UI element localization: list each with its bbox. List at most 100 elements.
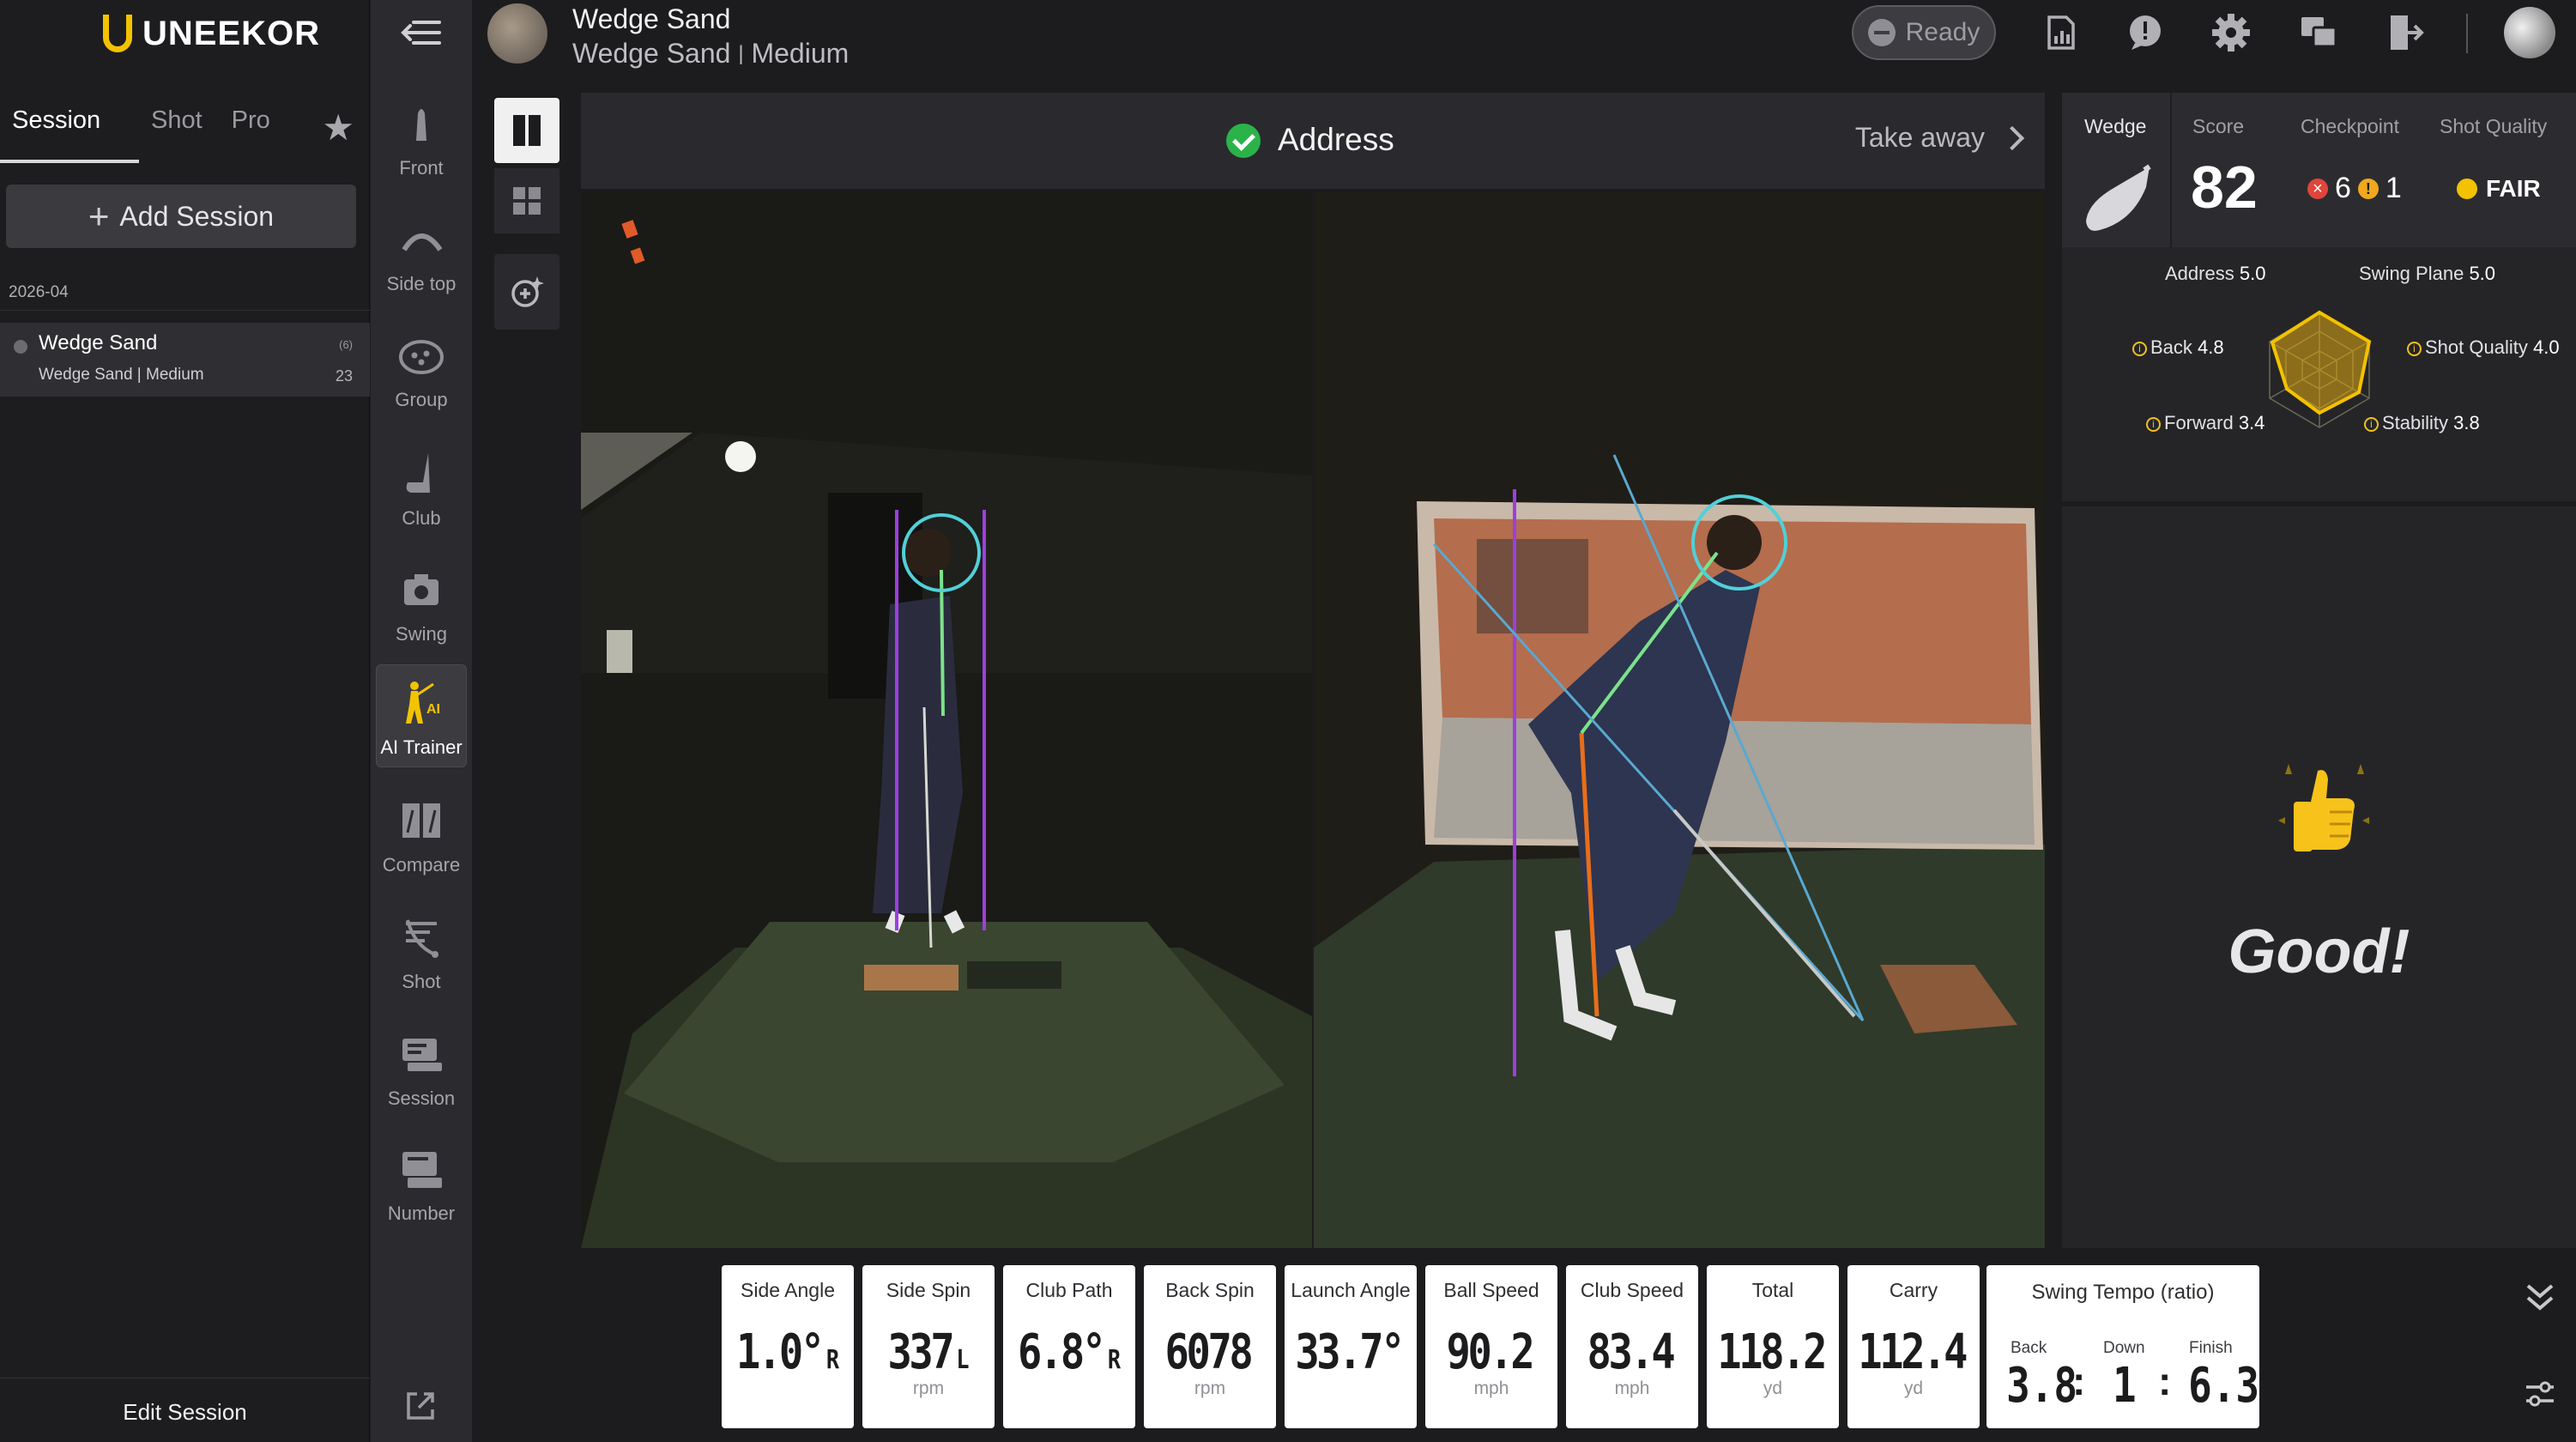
metric-back-spin[interactable]: Back Spin 6078 rpm [1144,1265,1276,1428]
metric-label: Launch Angle [1291,1279,1411,1301]
rail-item-compare[interactable]: Compare [376,783,467,886]
uneekor-u-icon [103,15,132,52]
rail-label: Side top [386,273,457,294]
expand-metrics-button[interactable] [2504,1265,2576,1334]
report-icon[interactable] [2039,10,2083,55]
divider [2466,14,2468,53]
shot-quality-label: Shot Quality [2440,115,2548,137]
session-icon [402,1039,442,1071]
tab-session[interactable]: Session [0,94,139,163]
radar-name: Address [2165,263,2234,284]
rail-item-swing[interactable]: Swing [376,552,467,655]
info-icon: i [2364,417,2379,432]
divider [2062,501,2576,506]
session-sidebar: UNEEKOR Session Shot Pro ★ + Add Session… [0,0,370,1442]
metric-club-speed[interactable]: Club Speed 83.4 mph [1566,1265,1698,1428]
session-item-club: Wedge Sand [39,366,133,384]
rail-item-club[interactable]: Club [376,436,467,539]
fail-x-icon: × [2307,178,2328,199]
view-tool-rail: Front Side top Group Club Swing AI AI Tr… [371,0,472,1442]
radar-value: 4.8 [2198,336,2224,358]
layout-split-icon [513,115,525,146]
metric-value: 1.0° [735,1324,825,1380]
metric-value-row: 6.8° R [1013,1324,1124,1380]
next-step-button[interactable]: Take away [1855,122,2025,154]
ready-status-button[interactable]: Ready [1852,5,1996,60]
metric-direction: R [825,1345,840,1375]
metric-value-row: 337 L [873,1324,983,1380]
tempo-down-value: 1 [2113,1358,2137,1414]
page-subtitle: Wedge Sand | Medium [572,38,849,70]
rail-item-session[interactable]: Session [376,1016,467,1119]
tempo-finish-label: Finish [2189,1339,2233,1357]
layout-grid-button[interactable] [494,168,559,233]
alert-icon[interactable] [2123,10,2168,55]
metric-label: Back Spin [1165,1279,1255,1301]
radar-value: 3.4 [2238,412,2265,433]
brand-name: UNEEKOR [142,14,321,52]
side-camera-video[interactable] [1314,192,2045,1248]
tab-pro[interactable]: Pro [220,94,282,163]
screens-icon[interactable] [2296,10,2341,55]
shot-icon [406,919,438,958]
grid-icon [529,203,541,215]
rail-item-number[interactable]: Number [376,1131,467,1234]
number-icon [402,1152,442,1188]
exit-icon[interactable] [2382,10,2427,55]
session-status-dot [14,340,27,354]
layout-split-button[interactable] [494,98,559,163]
swing-tempo-card[interactable]: Swing Tempo (ratio) Back Down Finish 3.8… [1986,1265,2259,1428]
tempo-back-label: Back [2011,1339,2047,1357]
session-item-title: Wedge Sand [39,331,158,354]
metric-label: Club Speed [1580,1279,1684,1301]
radar-label-shot-quality[interactable]: i Shot Quality 4.0 [2407,336,2560,359]
metric-unit: yd [1763,1378,1783,1398]
rail-item-side-top[interactable]: Side top [376,202,467,305]
metric-value: 6.8° [1017,1324,1106,1380]
wedge-club-icon [2086,164,2151,231]
rail-item-ai-trainer[interactable]: AI AI Trainer [376,664,467,767]
ai-add-checkpoint-button[interactable] [494,254,559,330]
rail-item-front[interactable]: Front [376,86,467,189]
metric-settings-button[interactable] [2504,1360,2576,1428]
tab-shot[interactable]: Shot [139,94,215,163]
metric-ball-speed[interactable]: Ball Speed 90.2 mph [1425,1265,1557,1428]
score-radar: Address 5.0 Swing Plane 5.0 i Shot Qualit… [2062,261,2576,587]
current-step-title: Address [1278,122,1394,157]
rail-item-group[interactable]: Group [376,318,467,421]
metric-label: Club Path [1025,1279,1113,1301]
radar-label-stability[interactable]: i Stability 3.8 [2364,412,2480,434]
session-list-item[interactable]: Wedge Sand Wedge Sand | Medium (6) 23 [0,323,370,397]
add-session-label: Add Session [119,200,275,232]
open-external-icon[interactable] [403,1389,438,1423]
metric-total[interactable]: Total 118.2 yd [1707,1265,1839,1428]
check-circle-icon [1226,124,1261,158]
radar-name: Back [2150,336,2192,358]
metric-unit: rpm [912,1378,945,1398]
radar-label-forward[interactable]: i Forward 3.4 [2146,412,2265,434]
rail-label: Front [399,157,444,179]
front-view-icon [416,109,426,141]
gear-icon[interactable] [2209,10,2253,55]
radar-label-back[interactable]: i Back 4.8 [2132,336,2224,359]
tempo-finish-value: 6.3 [2188,1358,2260,1414]
radar-chart [2269,310,2372,428]
metric-launch-angle[interactable]: Launch Angle 33.7° [1285,1265,1417,1428]
favorites-star-icon[interactable]: ★ [322,106,354,148]
rail-item-shot[interactable]: Shot [376,900,467,1003]
edit-session-button[interactable]: Edit Session [0,1382,370,1442]
metric-side-spin[interactable]: Side Spin 337 L rpm [862,1265,995,1428]
user-avatar[interactable] [2504,7,2555,58]
metric-club-path[interactable]: Club Path 6.8° R [1003,1265,1135,1428]
chevron-right-icon [1999,125,2025,150]
add-session-button[interactable]: + Add Session [6,185,356,248]
grid-icon [513,187,525,199]
metric-label: Side Angle [741,1279,835,1301]
shot-quality-value: FAIR [2457,175,2541,203]
collapse-sidebar-button[interactable] [371,9,472,60]
info-icon: i [2407,342,2422,356]
front-camera-video[interactable] [581,192,1312,1248]
metric-direction: R [1107,1345,1122,1375]
metric-side-angle[interactable]: Side Angle 1.0° R [722,1265,854,1428]
metric-carry[interactable]: Carry 112.4 yd [1847,1265,1980,1428]
